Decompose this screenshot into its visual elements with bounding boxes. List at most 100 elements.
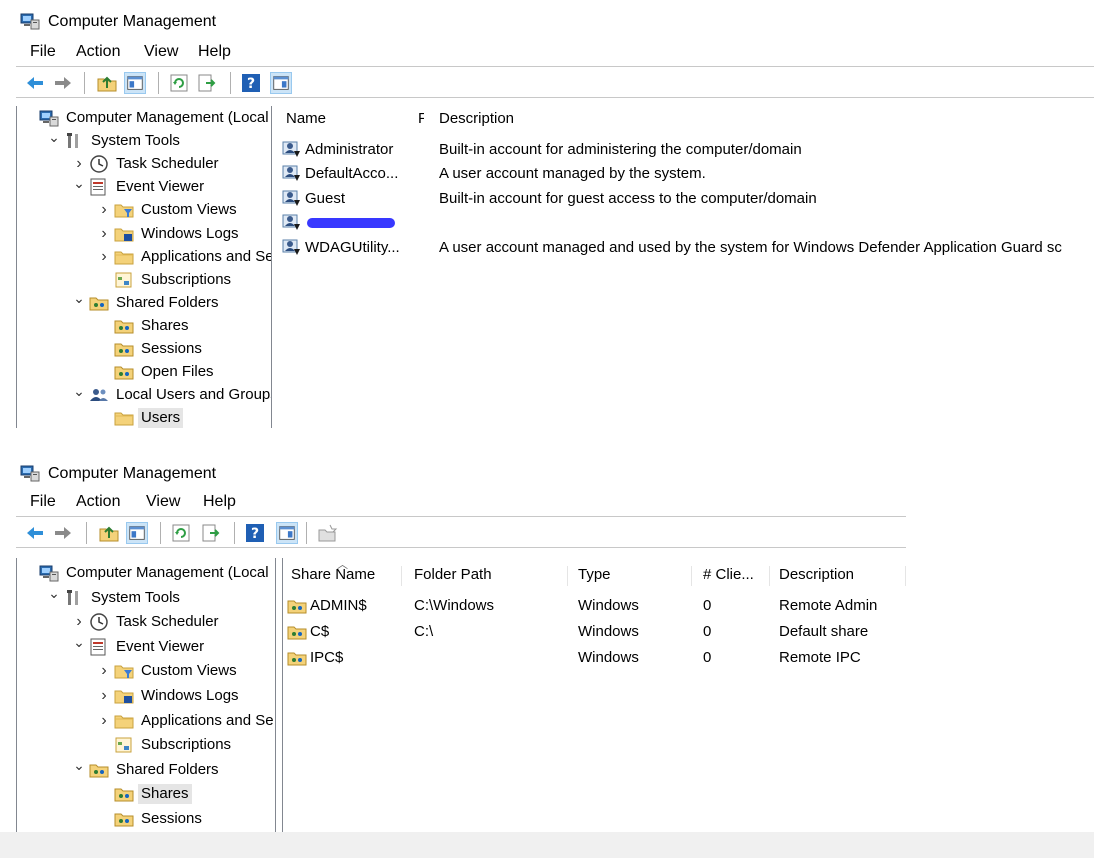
share-description: Remote Admin (779, 597, 878, 614)
user-icon (282, 190, 302, 208)
show-hide-tree-icon[interactable] (124, 72, 146, 94)
up-folder-icon[interactable] (96, 72, 118, 94)
tree-item[interactable]: › Custom Views (101, 660, 240, 682)
tree-item[interactable]: ⌄ Local Users and Groups (73, 383, 271, 406)
filter-folder-icon (114, 201, 134, 219)
expanded-chevron-icon[interactable]: ⌄ (48, 129, 60, 145)
collapsed-chevron-icon[interactable]: › (98, 712, 110, 729)
back-arrow-icon[interactable] (24, 522, 46, 544)
menu-view[interactable]: View (146, 492, 180, 512)
menu-file[interactable]: File (30, 42, 56, 62)
tree-item[interactable]: › Windows Logs (101, 223, 242, 245)
back-arrow-icon[interactable] (24, 72, 46, 94)
show-hide-action-pane-icon[interactable] (276, 522, 298, 544)
shared-folder-icon (89, 761, 109, 779)
tree-item[interactable]: › Applications and Se (101, 246, 271, 268)
tree-item[interactable]: › Custom Views (101, 199, 240, 221)
collapsed-chevron-icon[interactable]: › (98, 248, 110, 265)
tree-item[interactable]: Open Files (114, 361, 217, 383)
tree-item[interactable]: Computer Management (Local (39, 107, 271, 129)
table-row[interactable]: C$ C:\ Windows 0 Default share (283, 620, 1094, 644)
column-header-description[interactable]: Description (439, 106, 514, 132)
tree-item[interactable]: ⌄ System Tools (48, 585, 183, 609)
tree-item-label: Computer Management (Local (66, 564, 269, 581)
menu-action[interactable]: Action (76, 492, 120, 512)
collapsed-chevron-icon[interactable]: › (98, 225, 110, 242)
collapsed-chevron-icon[interactable]: › (98, 662, 110, 679)
export-list-icon[interactable] (196, 72, 218, 94)
column-header-type[interactable]: Type (578, 562, 611, 588)
menu-action[interactable]: Action (76, 42, 120, 62)
event-viewer-icon (89, 638, 109, 656)
tree-item[interactable]: Subscriptions (114, 269, 234, 291)
tree-item[interactable]: ⌄ System Tools (48, 129, 183, 152)
tree-item[interactable]: ⌄ Event Viewer (73, 175, 207, 198)
table-row[interactable]: IPC$ Windows 0 Remote IPC (283, 646, 1094, 670)
tree-item[interactable]: › Windows Logs (101, 685, 242, 707)
tree-item[interactable]: ⌄ Shared Folders (73, 290, 222, 314)
expanded-chevron-icon[interactable]: ⌄ (73, 757, 85, 773)
help-icon[interactable]: ? (244, 522, 266, 544)
refresh-icon[interactable] (168, 72, 190, 94)
tree-item[interactable]: Subscriptions (114, 734, 234, 756)
tree-item[interactable]: Shares (114, 783, 192, 805)
table-row[interactable]: DefaultAcco... A user account managed by … (278, 162, 1094, 186)
tree-item[interactable]: Sessions (114, 338, 205, 360)
table-row[interactable] (278, 211, 1094, 235)
column-header-share-name[interactable]: Share Name (291, 562, 375, 588)
refresh-icon[interactable] (170, 522, 192, 544)
tree-item[interactable]: › Task Scheduler (76, 611, 222, 633)
sort-indicator-icon: ︿ (337, 559, 348, 571)
menu-help[interactable]: Help (198, 42, 231, 62)
new-share-icon[interactable] (316, 522, 338, 544)
collapsed-chevron-icon[interactable]: › (73, 613, 85, 630)
forward-arrow-icon[interactable] (52, 522, 74, 544)
menu-file[interactable]: File (30, 492, 56, 512)
shared-folder-icon (287, 623, 307, 641)
folder-path: C:\ (414, 623, 434, 640)
tree-item[interactable]: Shares (114, 315, 192, 337)
collapsed-chevron-icon[interactable]: › (98, 687, 110, 704)
expanded-chevron-icon[interactable]: ⌄ (73, 383, 85, 399)
column-header-clients[interactable]: # Clie... (703, 562, 754, 588)
tree-item[interactable]: › Task Scheduler (76, 153, 222, 175)
expanded-chevron-icon[interactable]: ⌄ (73, 290, 85, 306)
shared-folder-icon (89, 294, 109, 312)
table-row[interactable]: WDAGUtility... A user account managed and… (278, 236, 1094, 260)
export-list-icon[interactable] (200, 522, 222, 544)
forward-arrow-icon[interactable] (52, 72, 74, 94)
column-header-folder-path[interactable]: Folder Path (414, 562, 492, 588)
tree-item[interactable]: Users (114, 407, 184, 428)
event-viewer-icon (89, 178, 109, 196)
up-folder-icon[interactable] (98, 522, 120, 544)
column-header-name[interactable]: Name (286, 106, 326, 132)
collapsed-chevron-icon[interactable]: › (98, 201, 110, 218)
table-row[interactable]: ADMIN$ C:\Windows Windows 0 Remote Admin (283, 594, 1094, 618)
show-hide-tree-icon[interactable] (126, 522, 148, 544)
redacted-username (307, 218, 395, 229)
tree-item[interactable]: › Applications and Se (101, 710, 275, 732)
tree-item-label: Open Files (141, 363, 214, 381)
user-icon (282, 141, 302, 159)
folder-path: C:\Windows (414, 597, 495, 614)
tree-item[interactable]: ⌄ Event Viewer (73, 634, 207, 658)
collapsed-chevron-icon[interactable]: › (73, 155, 85, 172)
expanded-chevron-icon[interactable]: ⌄ (48, 585, 60, 601)
tree-item-label: Sessions (141, 340, 202, 357)
user-description: A user account managed by the system. (439, 165, 706, 183)
tree-item[interactable]: ⌄ Shared Folders (73, 757, 222, 781)
tree-item-label: Shared Folders (116, 760, 219, 778)
tree-item[interactable]: Sessions (114, 808, 205, 830)
show-hide-action-pane-icon[interactable] (270, 72, 292, 94)
menu-view[interactable]: View (144, 42, 178, 62)
expanded-chevron-icon[interactable]: ⌄ (73, 634, 85, 650)
system-tools-icon (64, 589, 84, 607)
column-header-full-name[interactable]: F (418, 106, 424, 132)
tree-item[interactable]: Computer Management (Local (39, 562, 272, 584)
table-row[interactable]: Guest Built-in account for guest access t… (278, 187, 1094, 211)
menu-help[interactable]: Help (203, 492, 236, 512)
help-icon[interactable]: ? (240, 72, 262, 94)
expanded-chevron-icon[interactable]: ⌄ (73, 175, 85, 191)
column-header-description[interactable]: Description (779, 562, 854, 588)
table-row[interactable]: Administrator Built-in account for admini… (278, 138, 1094, 162)
